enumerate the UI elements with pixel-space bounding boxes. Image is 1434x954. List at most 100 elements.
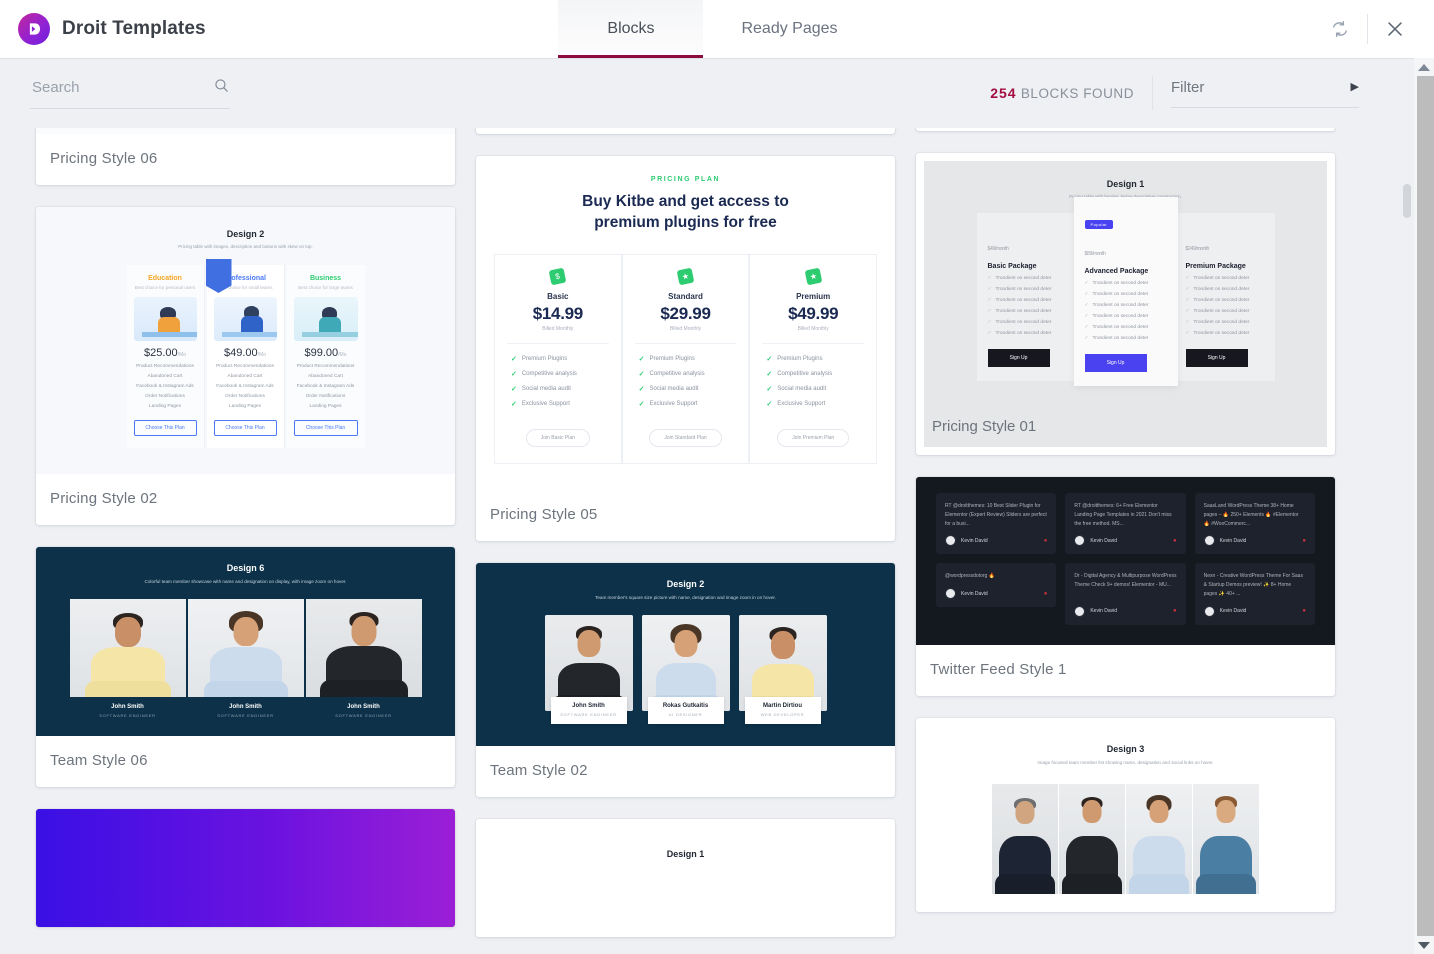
heart-icon: ● [1173,537,1177,544]
window-scrollbar[interactable] [1414,58,1434,954]
plan-cta[interactable]: Join Basic Plan [525,428,590,447]
plan-cta[interactable]: Choose This Plan [133,420,197,436]
block-card-pricing-03[interactable]: Pricing Style 03 INSERT [476,128,895,134]
block-card-design-1-partial[interactable]: Design 1 [476,818,895,937]
member-name: John Smith [347,703,380,710]
plan-price: $89/month [1084,251,1106,257]
inner-scrollbar-thumb[interactable] [1403,184,1411,218]
avatar [1203,535,1215,547]
block-title: Pricing Style 04 [916,128,1335,131]
block-card-gradient[interactable] [36,808,455,927]
plan-feature: ✓ Trondient on second deter [987,309,1052,314]
heart-icon: ● [1302,608,1306,614]
plan-price: $49.00/Mo [224,347,266,359]
inner-scrollbar[interactable] [1402,132,1412,950]
plan-cta[interactable]: Choose This Plan [213,420,277,436]
member-name: Rokas Gutkaitis [662,702,709,709]
close-icon[interactable] [1368,0,1422,58]
plan-feature: ✓ Trondient on second deter [987,320,1052,325]
plan-name: Business [309,275,342,282]
thumb-subheading: Colorful team member showcase with name … [144,579,347,584]
member-role: SOFTWARE ENGINEER [560,711,617,717]
plan-feature: Order Notifications [225,394,265,399]
plan-card: ★ Standard $29.99 Billed Monthly ✓ Premiu… [621,253,750,464]
thumbnail [36,808,455,927]
plan-feature: ✓ Trondient on second deter [1185,298,1250,303]
plan-feature: Facebook & Instagram Ads [136,384,194,389]
plan-price: $14.99 [532,303,584,323]
scroll-up-arrow-icon[interactable] [1414,58,1434,76]
member-name: John Smith [111,703,144,710]
plan-cta[interactable]: Join Standard Plan [649,428,722,447]
blocks-grid: ✓ Team Collaboration Learn More ✓ Team C… [0,128,1414,937]
filter-dropdown[interactable]: Filter ▶ [1171,79,1359,108]
heart-icon: ● [1043,537,1048,544]
tab-ready-pages[interactable]: Ready Pages [703,0,875,58]
block-card-twitter-feed-1[interactable]: RT @droitthemes: 10 Best Slider Plugin f… [916,477,1335,696]
thumb-heading: Design 1 [1106,179,1145,189]
plan-feature: ✓ Competitive analysis [638,370,705,378]
plan-feature: ✓ Trondient on second deter [1084,325,1149,330]
member-role: SOFTWARE ENGINEER [217,712,274,718]
blocks-found-status: 254 BLOCKS FOUND [990,85,1152,101]
tab-ready-pages-label: Ready Pages [741,20,838,37]
popular-badge: Popular [1084,220,1114,229]
tweet-card: Dr - Digital Agency & Multipurpose WordP… [1065,563,1186,625]
plan-feature: Product Recommendations [216,364,274,369]
plan-feature: ✓ Trondient on second deter [1084,336,1149,341]
block-card-team-06[interactable]: Design 6 Colorful team member showcase w… [36,547,455,787]
tweet-author: Kevin David [1090,608,1118,614]
scrollbar-track[interactable] [1417,76,1434,936]
plan-feature: ✓ Trondient on second deter [1185,287,1250,292]
search-input[interactable] [30,77,200,97]
plan-feature: Abandoned Cart [308,374,343,379]
thumb-heading: Design 2 [226,229,265,239]
scroll-down-arrow-icon[interactable] [1414,936,1434,954]
header-actions [1014,0,1434,58]
plan-feature: ✓ Social media audit [638,385,699,393]
plan-feature: ✓ Trondient on second deter [1185,309,1250,314]
thumbnail: Design 1 Pricing table with header, belo… [924,161,1327,447]
tweet-text: @wordpressdotorg 🔥 [945,573,995,580]
member-card: John Smith SOFTWARE ENGINEER [550,696,627,724]
block-card-team-02[interactable]: Design 2 Team member's square size pictu… [476,562,895,797]
thumb-subheading: Team member's square size picture with n… [595,594,776,600]
member-role: UI DESIGNER [668,711,703,717]
app-header: Droit Templates Blocks Ready Pages [0,0,1434,58]
toolbar-right: 254 BLOCKS FOUND Filter ▶ [990,76,1359,110]
search-icon[interactable] [213,77,230,99]
plan-cta[interactable]: Choose This Plan [293,420,358,436]
plan-feature: Product Recommendations [296,364,355,369]
thumb-subheading: Pricing table with images, description a… [178,244,313,249]
member-role: WEB DEVELOPER [760,711,805,717]
price-tag-icon: $ [548,267,567,286]
avatar [1074,605,1086,617]
tab-blocks[interactable]: Blocks [558,0,704,58]
block-card-pricing-05[interactable]: PRICING PLAN Buy Kitbe and get access to… [476,156,895,541]
grid-column-3: Pricing Style 04 Design 1 Pricing table … [916,128,1335,937]
block-card-team-03-partial[interactable]: Design 3 Image focused team member list … [916,717,1335,913]
plan-cta[interactable]: Sign Up [1185,349,1248,367]
plan-name: Education [148,275,182,282]
filter-label: Filter [1171,78,1205,96]
block-card-pricing-01[interactable]: Design 1 Pricing table with header, belo… [916,153,1335,455]
insert-bar[interactable]: INSERT [476,128,895,134]
tweet-author: Kevin David [961,537,988,544]
tweet-card: SaasLand WordPress Theme 38+ Home pages … [1194,493,1315,555]
block-card-pricing-06[interactable]: ✓ Team Collaboration Learn More ✓ Team C… [36,128,455,185]
plan-cta[interactable]: Sign Up [987,349,1050,367]
blocks-found-label: BLOCKS FOUND [1020,86,1134,101]
grid-column-2: Pricing Style 03 INSERT [476,128,895,937]
block-card-pricing-04[interactable]: Pricing Style 04 [916,128,1335,131]
plan-feature: Landing Pages [309,404,342,409]
plan-cta[interactable]: Join Premium Plan [777,428,850,447]
plan-feature: ✓ Premium Plugins [511,355,568,363]
plan-feature: ✓ Competitive analysis [766,370,833,378]
plan-name: Basic [547,291,569,301]
plan-card: Education Best choice for personal users… [126,265,205,448]
refresh-sync-icon[interactable] [1313,0,1367,58]
search-field[interactable] [30,77,230,109]
plan-cta[interactable]: Sign Up [1084,354,1147,372]
block-card-pricing-02[interactable]: Design 2 Pricing table with images, desc… [36,207,455,525]
blocks-scroll-area[interactable]: ✓ Team Collaboration Learn More ✓ Team C… [0,128,1414,954]
